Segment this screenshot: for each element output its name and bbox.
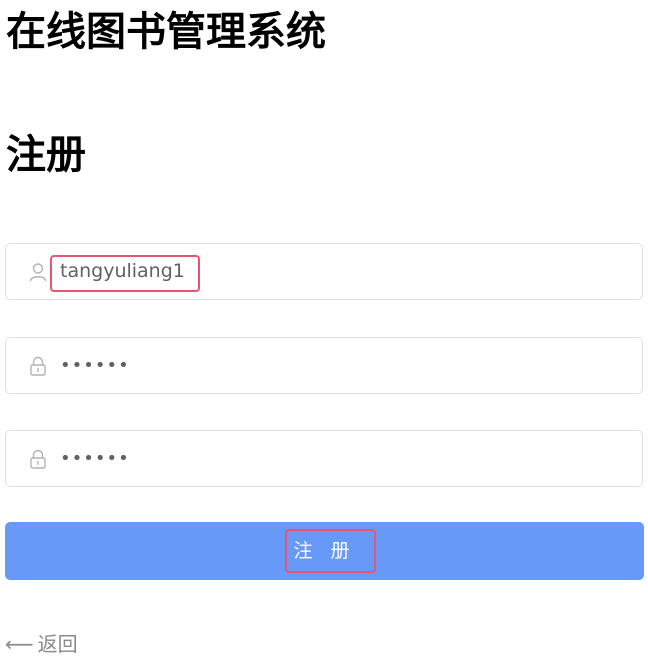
password-input[interactable]: •••••• [60,338,130,393]
password-field[interactable]: •••••• [5,337,643,394]
username-field[interactable]: tangyuliang1 [5,243,643,300]
confirm-password-input[interactable]: •••••• [60,431,130,486]
lock-icon [27,355,49,377]
register-page: 在线图书管理系统 注册 tangyuliang1 •••••• •••••• 注… [0,0,648,662]
user-icon [27,261,49,283]
confirm-password-field[interactable]: •••••• [5,430,643,487]
back-arrow-icon: ⟵ [5,632,34,656]
back-link-label: 返回 [37,632,78,656]
register-button-label: 注 册 [293,540,356,562]
back-link[interactable]: ⟵ 返回 [5,630,78,658]
register-button[interactable]: 注 册 [5,522,644,580]
username-input[interactable]: tangyuliang1 [60,244,185,299]
page-title: 注册 [6,132,86,178]
lock-icon [27,448,49,470]
app-title: 在线图书管理系统 [6,9,326,55]
